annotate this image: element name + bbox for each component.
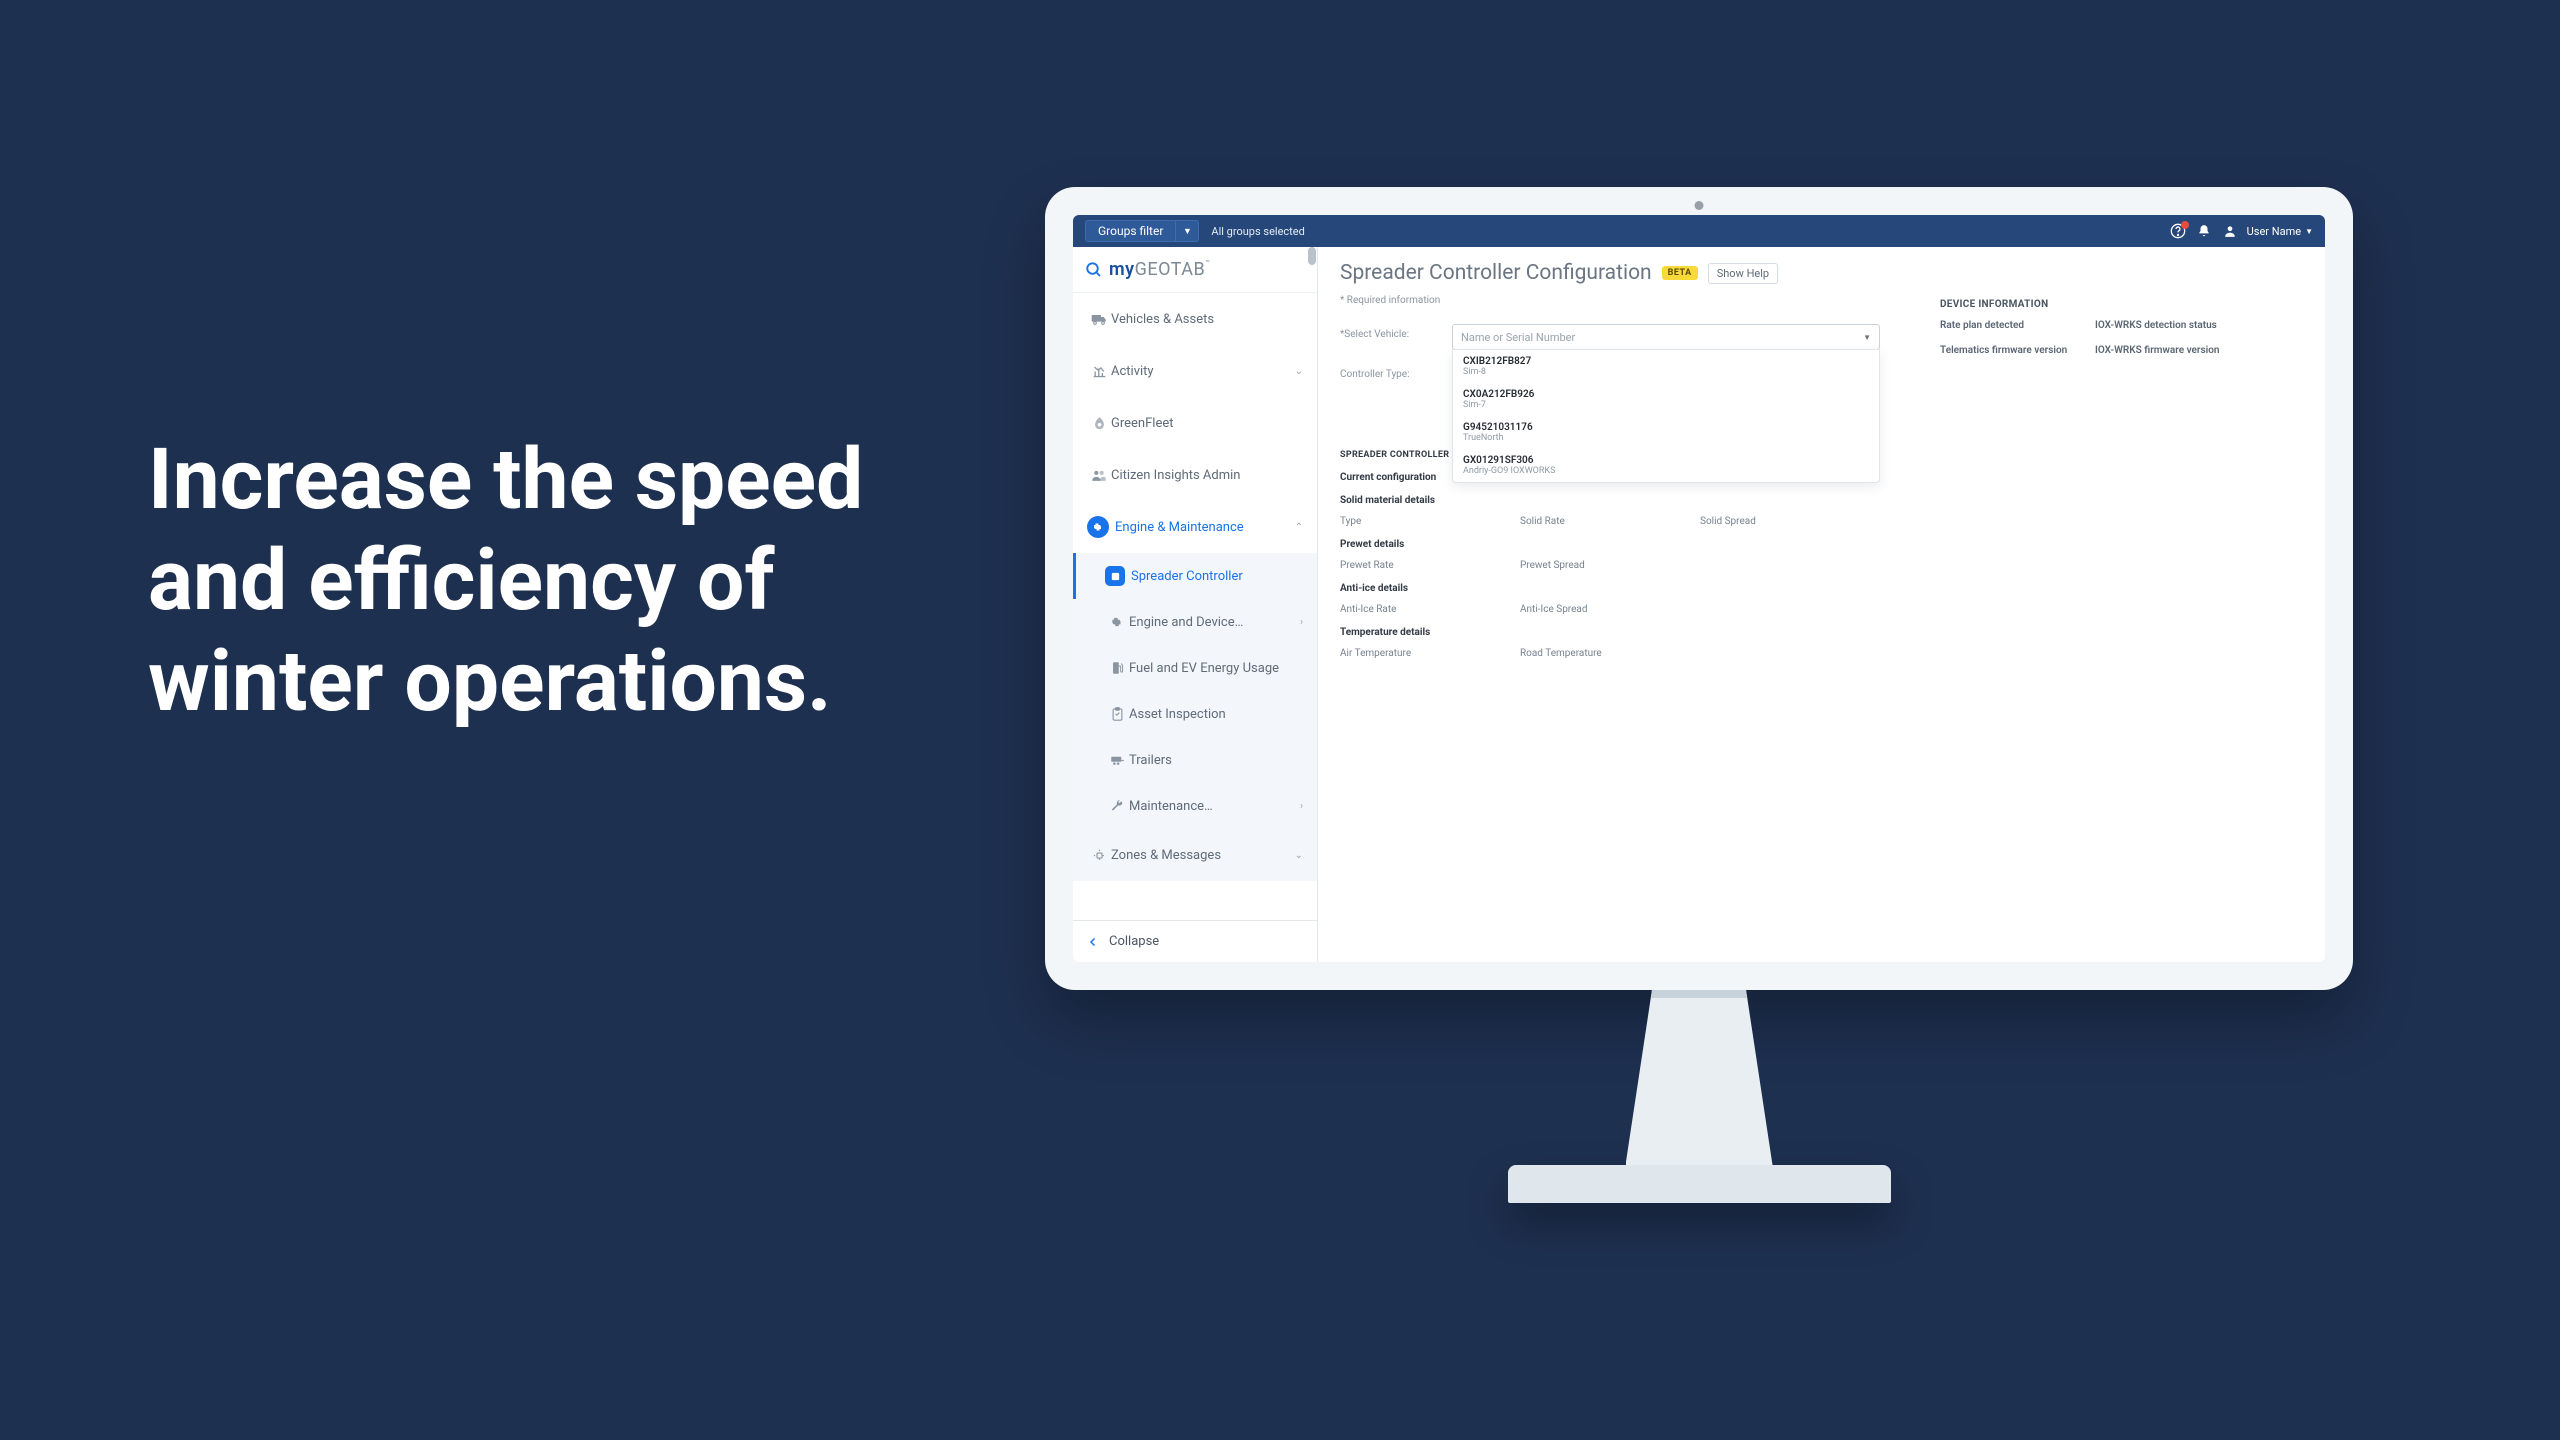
sidebar-item-label: Asset Inspection (1129, 707, 1303, 722)
select-vehicle-label: *Select Vehicle: (1340, 324, 1452, 340)
page-title: Spreader Controller Configuration (1340, 261, 1652, 285)
app-screen: Groups filter ▼ All groups selected User… (1073, 215, 2325, 962)
sidebar-item-label: Engine & Maintenance (1115, 520, 1295, 535)
sidebar-item-engine-device[interactable]: Engine and Device… › (1073, 599, 1317, 645)
sidebar-item-label: GreenFleet (1111, 416, 1303, 431)
marketing-headline: Increase the speed and efficiency of win… (148, 430, 968, 732)
dropdown-option[interactable]: CXIB212FB827Sim-8 (1453, 350, 1879, 383)
sidebar-item-zones[interactable]: Zones & Messages ⌄ (1073, 829, 1317, 881)
chevron-right-icon: › (1300, 617, 1303, 628)
fuel-icon (1105, 661, 1129, 675)
sidebar-item-trailers[interactable]: Trailers (1073, 737, 1317, 783)
dropdown-option[interactable]: CX0A212FB926Sim-7 (1453, 383, 1879, 416)
sidebar-item-greenfleet[interactable]: GreenFleet (1073, 397, 1317, 449)
sidebar: myGEOTAB™ Vehicles & Assets (1073, 247, 1318, 962)
prewet-header: Prewet details (1340, 539, 1880, 550)
sidebar-item-fuel[interactable]: Fuel and EV Energy Usage (1073, 645, 1317, 691)
data-row: Prewet RatePrewet Spread (1340, 560, 1880, 571)
sidebar-item-vehicles[interactable]: Vehicles & Assets (1073, 293, 1317, 345)
nav-list: Vehicles & Assets Activity ⌄ (1073, 293, 1317, 920)
antiice-header: Anti-ice details (1340, 583, 1880, 594)
device-info-row: Rate plan detectedIOX-WRKS detection sta… (1940, 320, 2303, 331)
help-icon[interactable] (2165, 223, 2191, 239)
controller-icon (1105, 566, 1125, 586)
engine-icon (1105, 616, 1129, 628)
required-info-text: * Required information (1340, 295, 1880, 306)
sidebar-item-label: Activity (1111, 364, 1295, 379)
search-icon[interactable] (1085, 261, 1109, 279)
notification-dot-icon (2181, 221, 2189, 229)
brand-logo: myGEOTAB™ (1109, 259, 1210, 280)
device-info-row: Telematics firmware versionIOX-WRKS firm… (1940, 345, 2303, 356)
trailer-icon (1105, 755, 1129, 766)
controller-type-label: Controller Type: (1340, 364, 1452, 380)
monitor-mockup: Groups filter ▼ All groups selected User… (1045, 187, 2353, 1267)
vehicle-dropdown: CXIB212FB827Sim-8 CX0A212FB926Sim-7 G945… (1452, 349, 1880, 483)
all-groups-text: All groups selected (1211, 225, 1304, 238)
vehicle-select[interactable]: Name or Serial Number ▼ CXIB212FB827Sim-… (1452, 324, 1880, 350)
bell-icon[interactable] (2191, 224, 2217, 238)
sidebar-item-label: Engine and Device… (1129, 615, 1300, 630)
sidebar-item-asset-inspection[interactable]: Asset Inspection (1073, 691, 1317, 737)
zones-icon (1087, 848, 1111, 863)
caret-down-icon: ▼ (2305, 227, 2313, 236)
groups-filter-button[interactable]: Groups filter ▼ (1085, 220, 1199, 242)
collapse-button[interactable]: Collapse (1073, 920, 1317, 962)
sidebar-item-label: Spreader Controller (1131, 569, 1303, 584)
sidebar-item-label: Maintenance… (1129, 799, 1300, 814)
truck-icon (1087, 313, 1111, 325)
data-row: Anti-Ice RateAnti-Ice Spread (1340, 604, 1880, 615)
groups-filter-label: Groups filter (1086, 220, 1176, 242)
sidebar-item-maintenance[interactable]: Maintenance… › (1073, 783, 1317, 829)
caret-down-icon: ▼ (1863, 333, 1871, 342)
show-help-button[interactable]: Show Help (1708, 263, 1778, 284)
wrench-icon (1105, 799, 1129, 813)
temperature-header: Temperature details (1340, 627, 1880, 638)
chevron-down-icon: ⌄ (1295, 366, 1303, 377)
sidebar-item-engine[interactable]: Engine & Maintenance ⌃ (1073, 501, 1317, 553)
sidebar-item-label: Citizen Insights Admin (1111, 468, 1303, 483)
camera-dot (1695, 201, 1704, 210)
engine-icon (1087, 516, 1109, 538)
chevron-up-icon: ⌃ (1295, 522, 1303, 533)
dropdown-option[interactable]: G94521031176TrueNorth (1453, 416, 1879, 449)
sidebar-item-label: Vehicles & Assets (1111, 312, 1303, 327)
leaf-icon (1087, 416, 1111, 431)
user-icon[interactable] (2217, 224, 2243, 238)
dropdown-option[interactable]: GX01291SF306Andriy-GO9 IOXWORKS (1453, 449, 1879, 482)
chevron-down-icon: ⌄ (1295, 850, 1303, 861)
sidebar-item-activity[interactable]: Activity ⌄ (1073, 345, 1317, 397)
collapse-label: Collapse (1109, 934, 1159, 949)
clipboard-icon (1105, 707, 1129, 722)
data-row: TypeSolid RateSolid Spread (1340, 516, 1880, 527)
chart-icon (1087, 365, 1111, 378)
chevron-left-icon (1087, 936, 1109, 948)
caret-down-icon: ▼ (1176, 226, 1198, 237)
select-placeholder: Name or Serial Number (1461, 331, 1575, 344)
sidebar-item-citizen[interactable]: Citizen Insights Admin (1073, 449, 1317, 501)
data-row: Air TemperatureRoad Temperature (1340, 648, 1880, 659)
solid-material-header: Solid material details (1340, 495, 1880, 506)
chevron-right-icon: › (1300, 801, 1303, 812)
sidebar-item-spreader[interactable]: Spreader Controller (1073, 553, 1317, 599)
scrollbar[interactable] (1307, 247, 1317, 908)
sidebar-item-label: Trailers (1129, 753, 1303, 768)
brand-row: myGEOTAB™ (1073, 247, 1317, 293)
top-bar: Groups filter ▼ All groups selected User… (1073, 215, 2325, 247)
beta-badge: BETA (1662, 266, 1698, 280)
user-name-label[interactable]: User Name (2247, 225, 2301, 238)
device-info-header: DEVICE INFORMATION (1940, 299, 2303, 310)
people-icon (1087, 469, 1111, 482)
sidebar-item-label: Fuel and EV Energy Usage (1129, 661, 1303, 676)
sidebar-item-label: Zones & Messages (1111, 848, 1295, 863)
main-content: Spreader Controller Configuration BETA S… (1318, 247, 2325, 962)
